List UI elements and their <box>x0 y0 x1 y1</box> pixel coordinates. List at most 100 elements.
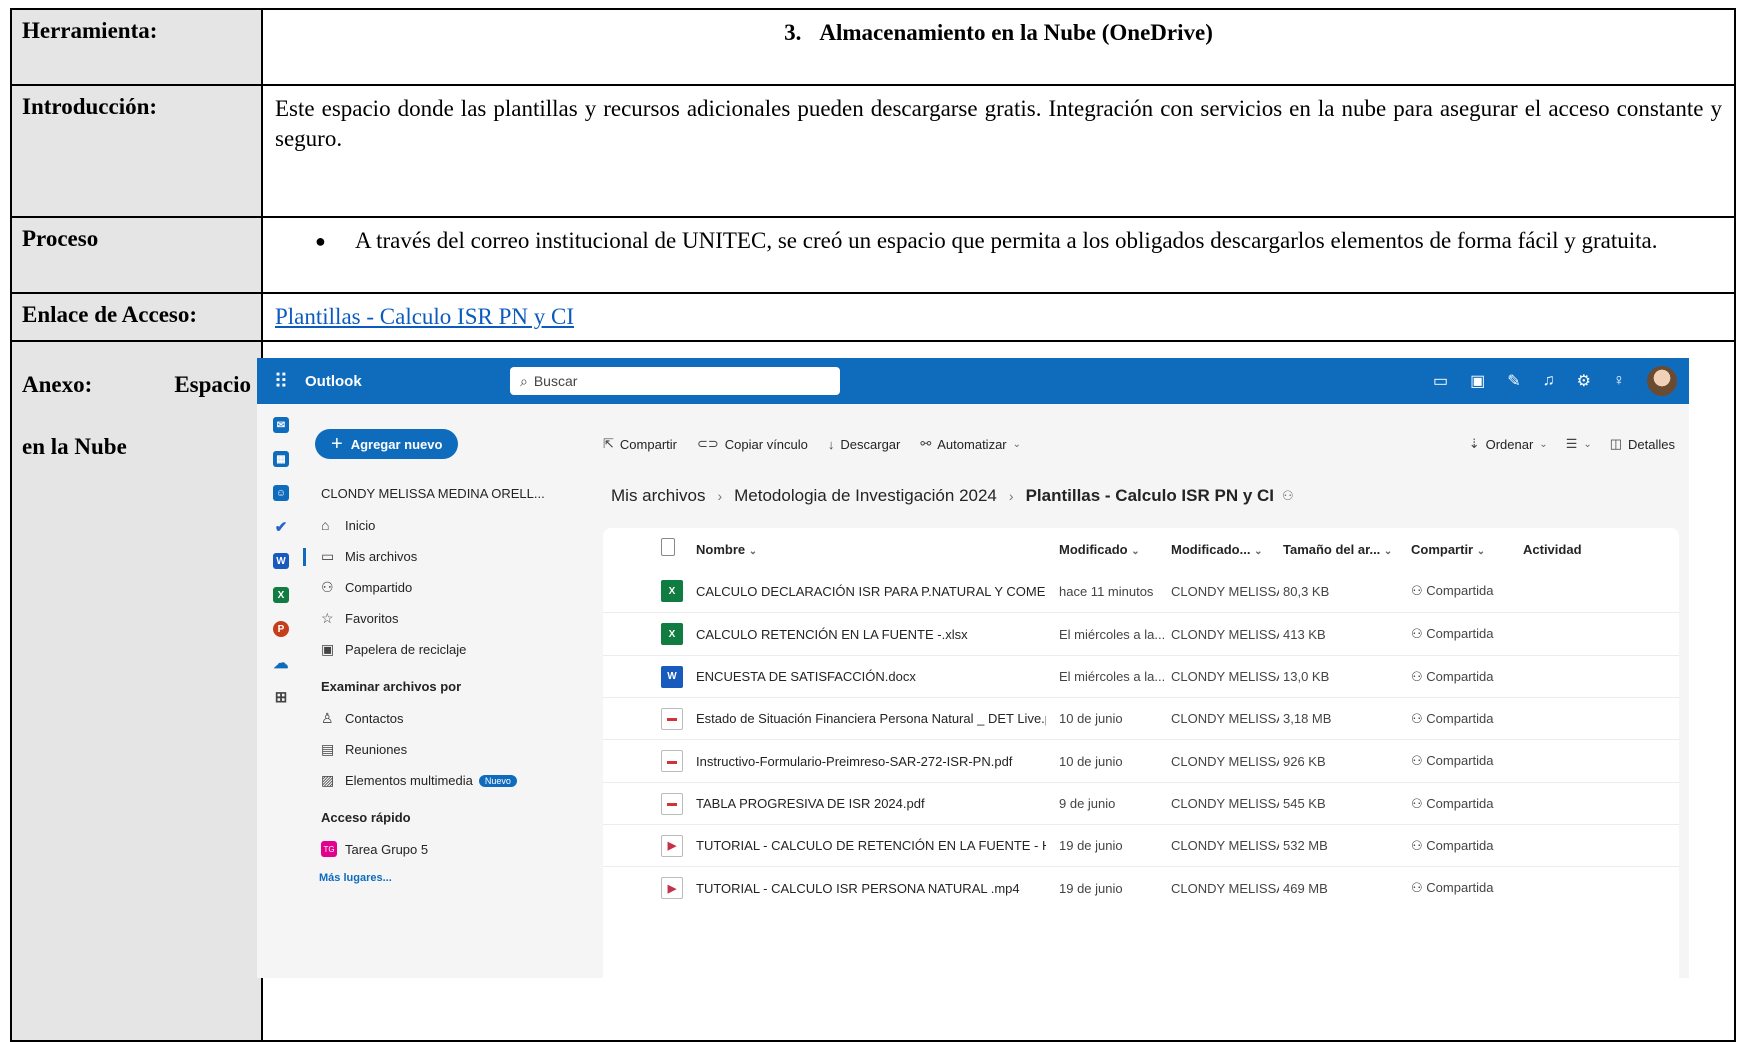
file-share-status: ⚇ Compartida <box>1411 626 1494 642</box>
share-button[interactable]: ⇱ Compartir <box>603 436 677 452</box>
nav-item-tarea-grupo[interactable]: TG Tarea Grupo 5 <box>321 841 428 857</box>
file-name[interactable]: TUTORIAL - CALCULO DE RETENCIÓN EN LA FU… <box>696 838 1046 853</box>
file-modified: 10 de junio <box>1059 711 1123 727</box>
file-name[interactable]: TUTORIAL - CALCULO ISR PERSONA NATURAL .… <box>696 881 1046 896</box>
bullet-icon: ● <box>315 231 326 251</box>
column-compartir[interactable]: Compartir ⌄ <box>1411 542 1511 557</box>
calendar-icon[interactable]: ▦ <box>257 442 305 476</box>
file-share-status: ⚇ Compartida <box>1411 668 1494 684</box>
nav-item-mis-archivos[interactable]: ▭ Mis archivos <box>321 548 417 565</box>
trash-icon: ▣ <box>321 641 335 657</box>
column-modificado-por[interactable]: Modificado... ⌄ <box>1171 542 1279 557</box>
shared-icon: ⚇ <box>1411 880 1427 896</box>
chevron-down-icon: ⌄ <box>1539 438 1548 450</box>
nav-item-multimedia[interactable]: ▨ Elementos multimedia Nuevo <box>321 772 517 789</box>
view-button[interactable]: ☰ ⌄ <box>1566 436 1592 452</box>
breadcrumb-item[interactable]: Metodologia de Investigación 2024 <box>734 486 997 506</box>
file-row[interactable]: ▶ TUTORIAL - CALCULO ISR PERSONA NATURAL … <box>603 866 1679 909</box>
file-size: 413 KB <box>1283 626 1326 642</box>
shared-icon: ⚇ <box>321 579 334 595</box>
file-row[interactable]: ▬ TABLA PROGRESIVA DE ISR 2024.pdf 9 de ju… <box>603 781 1679 825</box>
more-apps-icon[interactable]: ⊞ <box>257 680 305 714</box>
file-modified-by: CLONDY MELISSA I <box>1171 583 1279 599</box>
nav-item-inicio[interactable]: ⌂ Inicio <box>321 517 375 533</box>
shared-icon: ⚇ <box>1411 795 1427 811</box>
todo-icon[interactable]: ✔ <box>257 510 305 544</box>
file-share-status: ⚇ Compartida <box>1411 710 1494 726</box>
file-size: 13,0 KB <box>1283 669 1330 685</box>
shared-icon: ⚇ <box>1411 583 1427 598</box>
powerpoint-icon[interactable]: P <box>257 612 305 646</box>
excel-icon[interactable]: X <box>257 578 305 612</box>
file-size: 80,3 KB <box>1283 583 1330 599</box>
app-rail: ✉ ▦ ☺ ✔ W X P ☁ ⊞ <box>257 404 305 978</box>
file-row[interactable]: X CALCULO RETENCIÓN EN LA FUENTE -.xlsx El… <box>603 612 1679 655</box>
column-modificado[interactable]: Modificado ⌄ <box>1059 542 1164 557</box>
file-row[interactable]: ▬ Estado de Situación Financiera Persona … <box>603 696 1679 740</box>
breadcrumb-current: Plantillas - Calculo ISR PN y CI <box>1025 486 1275 505</box>
onedrive-icon[interactable]: ☁ <box>257 646 305 680</box>
details-button[interactable]: ◫ Detalles <box>1610 436 1675 452</box>
nav-item-papelera[interactable]: ▣ Papelera de reciclaje <box>321 641 466 658</box>
outlook-brand[interactable]: Outlook <box>305 373 510 390</box>
list-view-icon: ☰ <box>1565 436 1578 451</box>
word-icon[interactable]: W <box>257 544 305 578</box>
more-places-link[interactable]: Más lugares... <box>319 872 392 884</box>
file-row[interactable]: ▶ TUTORIAL - CALCULO DE RETENCIÓN EN LA F… <box>603 823 1679 867</box>
nav-item-contactos[interactable]: ♙ Contactos <box>321 710 404 727</box>
file-share-status: ⚇ Compartida <box>1411 837 1494 853</box>
column-tamano[interactable]: Tamaño del ar... ⌄ <box>1283 542 1398 557</box>
nav-item-reuniones[interactable]: ▤ Reuniones <box>321 741 407 758</box>
search-input[interactable]: ⌕ Buscar <box>510 367 840 395</box>
outlook-header: ⠿ Outlook ⌕ Buscar ▭ ▣ ✎ ♫ ⚙ ♀ <box>257 358 1689 404</box>
pdf-file-icon: ▬ <box>661 792 683 815</box>
file-name[interactable]: Instructivo-Formulario-Preimreso-SAR-272… <box>696 754 1046 769</box>
automate-button[interactable]: ⚯ Automatizar ⌄ <box>920 436 1021 452</box>
excel-file-icon: X <box>661 580 683 602</box>
file-row[interactable]: ▬ Instructivo-Formulario-Preimreso-SAR-27… <box>603 739 1679 782</box>
file-modified: El miércoles a la... <box>1059 669 1164 685</box>
shared-icon: ⚇ <box>1411 837 1427 853</box>
feedback-icon[interactable]: ✎ <box>1507 371 1520 391</box>
sort-button[interactable]: ⇣ Ordenar ⌄ <box>1469 436 1548 452</box>
column-nombre[interactable]: Nombre ⌄ <box>696 542 1046 557</box>
file-name[interactable]: CALCULO DECLARACIÓN ISR PARA P.NATURAL Y… <box>696 584 1046 599</box>
breadcrumb-item[interactable]: Mis archivos <box>611 486 705 506</box>
plantillas-link[interactable]: Plantillas - Calculo ISR PN y CI <box>275 304 574 329</box>
download-button[interactable]: ↓ Descargar <box>828 437 900 452</box>
nav-item-favoritos[interactable]: ☆ Favoritos <box>321 610 398 627</box>
app-launcher-icon[interactable]: ⠿ <box>257 369 305 394</box>
search-placeholder: Buscar <box>533 373 578 389</box>
copy-link-button[interactable]: ⊂⊃ Copiar vínculo <box>697 436 808 452</box>
file-name[interactable]: ENCUESTA DE SATISFACCIÓN.docx <box>696 669 1046 684</box>
file-modified-by: CLONDY MELISSA I <box>1171 838 1279 854</box>
acceso-rapido-heading: Acceso rápido <box>321 810 411 825</box>
file-modified-by: CLONDY MELISSA I <box>1171 796 1279 811</box>
bell-icon[interactable]: ♫ <box>1543 372 1555 390</box>
proceso-bullet-text: A través del correo institucional de UNI… <box>355 228 1658 253</box>
gear-icon[interactable]: ⚙ <box>1577 371 1591 391</box>
shared-icon: ⚇ <box>1282 488 1294 503</box>
nav-item-compartido[interactable]: ⚇ Compartido <box>321 579 412 596</box>
group-badge-icon: TG <box>321 841 337 857</box>
mail-icon[interactable]: ✉ <box>257 408 305 442</box>
avatar[interactable] <box>1647 366 1677 396</box>
chat-icon[interactable]: ▭ <box>1433 371 1448 391</box>
add-new-button[interactable]: + Agregar nuevo <box>315 429 459 459</box>
people-icon[interactable]: ☺ <box>257 476 305 510</box>
shared-icon: ⚇ <box>1411 626 1427 642</box>
enlace-cell: Plantillas - Calculo ISR PN y CI <box>261 292 1736 342</box>
file-name[interactable]: Estado de Situación Financiera Persona N… <box>696 711 1046 726</box>
column-actividad[interactable]: Actividad <box>1523 542 1582 557</box>
file-name[interactable]: CALCULO RETENCIÓN EN LA FUENTE -.xlsx <box>696 627 1046 642</box>
teams-icon[interactable]: ▣ <box>1470 371 1485 391</box>
file-modified: 19 de junio <box>1059 838 1123 854</box>
lightbulb-icon[interactable]: ♀ <box>1613 372 1625 390</box>
command-bar: ⇱ Compartir ⊂⊃ Copiar vínculo ↓ Descargar ⚯… <box>603 430 1689 458</box>
command-bar-right: ⇣ Ordenar ⌄ ☰ ⌄ ◫ Detalles <box>1469 430 1675 458</box>
file-row[interactable]: X CALCULO DECLARACIÓN ISR PARA P.NATURAL … <box>603 570 1679 612</box>
file-name[interactable]: TABLA PROGRESIVA DE ISR 2024.pdf <box>696 796 1046 811</box>
share-icon: ⇱ <box>603 436 614 451</box>
file-row[interactable]: W ENCUESTA DE SATISFACCIÓN.docx El miércol… <box>603 654 1679 698</box>
breadcrumb: Mis archivos › Metodologia de Investigac… <box>611 486 1294 506</box>
